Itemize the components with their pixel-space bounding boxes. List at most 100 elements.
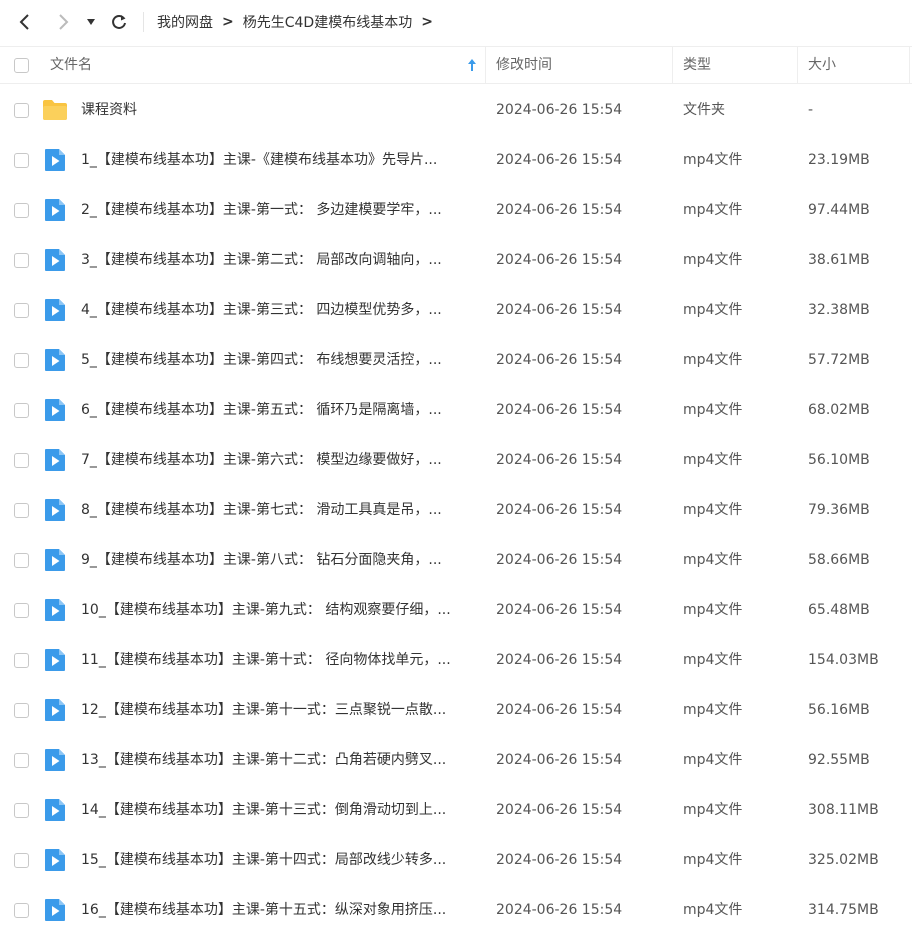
file-size: 92.55MB	[808, 752, 870, 768]
file-row[interactable]: 9_【建模布线基本功】主课-第八式： 钻石分面隐夹角，... 2024-06-26…	[0, 535, 912, 585]
file-size: -	[808, 102, 814, 118]
file-row[interactable]: 15_【建模布线基本功】主课-第十四式：局部改线少转多... 2024-06-26…	[0, 835, 912, 885]
modified-time: 2024-06-26 15:54	[496, 452, 623, 468]
breadcrumb-separator-icon: >	[222, 14, 234, 30]
file-size: 32.38MB	[808, 302, 870, 318]
file-name[interactable]: 12_【建模布线基本功】主课-第十一式：三点聚锐一点散...	[81, 685, 473, 735]
column-header-modified[interactable]: 修改时间	[496, 47, 552, 84]
file-row[interactable]: 1_【建模布线基本功】主课-《建模布线基本功》先导片... 2024-06-26 …	[0, 135, 912, 185]
folder-row[interactable]: 课程资料 2024-06-26 15:54 文件夹 -	[0, 85, 912, 135]
file-name[interactable]: 2_【建模布线基本功】主课-第一式： 多边建模要学牢，...	[81, 185, 473, 235]
forward-button[interactable]	[50, 8, 76, 36]
file-name[interactable]: 8_【建模布线基本功】主课-第七式： 滑动工具真是吊，...	[81, 485, 473, 535]
modified-time: 2024-06-26 15:54	[496, 152, 623, 168]
file-size: 68.02MB	[808, 402, 870, 418]
file-type: mp4文件	[683, 752, 743, 768]
row-checkbox[interactable]	[14, 253, 29, 268]
column-header-type[interactable]: 类型	[683, 47, 711, 84]
breadcrumb: 我的网盘 > 杨先生C4D建模布线基本功 >	[157, 0, 442, 44]
modified-time: 2024-06-26 15:54	[496, 702, 623, 718]
file-row[interactable]: 11_【建模布线基本功】主课-第十式： 径向物体找单元，... 2024-06-2…	[0, 635, 912, 685]
breadcrumb-item-root[interactable]: 我的网盘	[157, 12, 213, 32]
row-checkbox[interactable]	[14, 303, 29, 318]
file-row[interactable]: 2_【建模布线基本功】主课-第一式： 多边建模要学牢，... 2024-06-26…	[0, 185, 912, 235]
modified-time: 2024-06-26 15:54	[496, 252, 623, 268]
row-checkbox[interactable]	[14, 553, 29, 568]
modified-time: 2024-06-26 15:54	[496, 102, 623, 118]
file-type: mp4文件	[683, 152, 743, 168]
row-checkbox[interactable]	[14, 653, 29, 668]
file-type: mp4文件	[683, 502, 743, 518]
file-row[interactable]: 6_【建模布线基本功】主课-第五式： 循环乃是隔离墙，... 2024-06-26…	[0, 385, 912, 435]
column-header-name[interactable]: 文件名	[50, 47, 92, 84]
select-all-checkbox[interactable]	[14, 58, 29, 73]
column-header-size[interactable]: 大小	[808, 47, 836, 84]
file-row[interactable]: 8_【建模布线基本功】主课-第七式： 滑动工具真是吊，... 2024-06-26…	[0, 485, 912, 535]
back-button[interactable]	[12, 8, 38, 36]
row-checkbox[interactable]	[14, 403, 29, 418]
column-divider[interactable]	[485, 47, 486, 84]
row-checkbox[interactable]	[14, 753, 29, 768]
file-size: 97.44MB	[808, 202, 870, 218]
refresh-button[interactable]	[106, 8, 132, 36]
file-row[interactable]: 13_【建模布线基本功】主课-第十二式：凸角若硬内劈叉... 2024-06-26…	[0, 735, 912, 785]
file-type: 文件夹	[683, 102, 725, 118]
breadcrumb-item-current[interactable]: 杨先生C4D建模布线基本功	[243, 12, 412, 32]
row-checkbox[interactable]	[14, 103, 29, 118]
video-file-icon	[45, 699, 65, 721]
row-checkbox[interactable]	[14, 353, 29, 368]
nav-divider	[143, 12, 144, 32]
file-row[interactable]: 3_【建模布线基本功】主课-第二式： 局部改向调轴向，... 2024-06-26…	[0, 235, 912, 285]
file-name[interactable]: 1_【建模布线基本功】主课-《建模布线基本功》先导片...	[81, 135, 473, 185]
row-checkbox[interactable]	[14, 853, 29, 868]
modified-time: 2024-06-26 15:54	[496, 602, 623, 618]
file-name[interactable]: 10_【建模布线基本功】主课-第九式： 结构观察要仔细，...	[81, 585, 473, 635]
file-size: 308.11MB	[808, 802, 879, 818]
file-row[interactable]: 4_【建模布线基本功】主课-第三式： 四边模型优势多，... 2024-06-26…	[0, 285, 912, 335]
file-row[interactable]: 7_【建模布线基本功】主课-第六式： 模型边缘要做好，... 2024-06-26…	[0, 435, 912, 485]
modified-time: 2024-06-26 15:54	[496, 352, 623, 368]
row-checkbox[interactable]	[14, 603, 29, 618]
video-file-icon	[45, 649, 65, 671]
modified-time: 2024-06-26 15:54	[496, 402, 623, 418]
video-file-icon	[45, 749, 65, 771]
video-file-icon	[45, 549, 65, 571]
column-divider[interactable]	[672, 47, 673, 84]
row-checkbox[interactable]	[14, 703, 29, 718]
file-name[interactable]: 13_【建模布线基本功】主课-第十二式：凸角若硬内劈叉...	[81, 735, 473, 785]
file-name[interactable]: 3_【建模布线基本功】主课-第二式： 局部改向调轴向，...	[81, 235, 473, 285]
file-size: 57.72MB	[808, 352, 870, 368]
file-row[interactable]: 16_【建模布线基本功】主课-第十五式：纵深对象用挤压... 2024-06-26…	[0, 885, 912, 935]
row-checkbox[interactable]	[14, 803, 29, 818]
file-type: mp4文件	[683, 252, 743, 268]
file-type: mp4文件	[683, 802, 743, 818]
video-file-icon	[45, 149, 65, 171]
file-name[interactable]: 课程资料	[81, 85, 473, 135]
file-row[interactable]: 12_【建模布线基本功】主课-第十一式：三点聚锐一点散... 2024-06-26…	[0, 685, 912, 735]
file-row[interactable]: 14_【建模布线基本功】主课-第十三式：倒角滑动切到上... 2024-06-26…	[0, 785, 912, 835]
file-name[interactable]: 15_【建模布线基本功】主课-第十四式：局部改线少转多...	[81, 835, 473, 885]
file-row[interactable]: 5_【建模布线基本功】主课-第四式： 布线想要灵活控，... 2024-06-26…	[0, 335, 912, 385]
file-name[interactable]: 16_【建模布线基本功】主课-第十五式：纵深对象用挤压...	[81, 885, 473, 935]
row-checkbox[interactable]	[14, 153, 29, 168]
file-row[interactable]: 10_【建模布线基本功】主课-第九式： 结构观察要仔细，... 2024-06-2…	[0, 585, 912, 635]
file-name[interactable]: 14_【建模布线基本功】主课-第十三式：倒角滑动切到上...	[81, 785, 473, 835]
file-name[interactable]: 7_【建模布线基本功】主课-第六式： 模型边缘要做好，...	[81, 435, 473, 485]
history-dropdown-button[interactable]	[82, 8, 100, 36]
row-checkbox[interactable]	[14, 203, 29, 218]
row-checkbox[interactable]	[14, 503, 29, 518]
file-name[interactable]: 9_【建模布线基本功】主课-第八式： 钻石分面隐夹角，...	[81, 535, 473, 585]
file-name[interactable]: 4_【建模布线基本功】主课-第三式： 四边模型优势多，...	[81, 285, 473, 335]
row-checkbox[interactable]	[14, 453, 29, 468]
file-size: 56.10MB	[808, 452, 870, 468]
file-name[interactable]: 6_【建模布线基本功】主课-第五式： 循环乃是隔离墙，...	[81, 385, 473, 435]
column-divider[interactable]	[797, 47, 798, 84]
navigation-bar: 我的网盘 > 杨先生C4D建模布线基本功 >	[0, 0, 912, 44]
file-size: 23.19MB	[808, 152, 870, 168]
column-divider[interactable]	[909, 47, 910, 84]
video-file-icon	[45, 299, 65, 321]
file-name[interactable]: 5_【建模布线基本功】主课-第四式： 布线想要灵活控，...	[81, 335, 473, 385]
file-name[interactable]: 11_【建模布线基本功】主课-第十式： 径向物体找单元，...	[81, 635, 473, 685]
sort-ascending-icon[interactable]	[466, 58, 478, 72]
row-checkbox[interactable]	[14, 903, 29, 918]
